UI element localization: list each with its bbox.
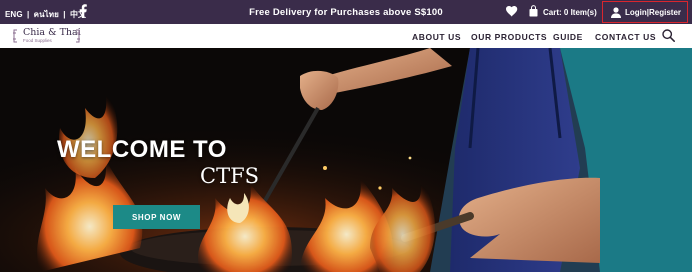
login-register-label: Login|Register	[625, 7, 682, 17]
nav-contact-us[interactable]: CONTACT US	[595, 32, 656, 42]
login-register-button[interactable]: Login|Register	[602, 1, 688, 23]
heart-icon[interactable]	[506, 6, 518, 17]
logo-tagline: Food Supplies	[23, 38, 52, 43]
nav-guide[interactable]: GUIDE	[553, 32, 583, 42]
search-icon[interactable]	[662, 29, 675, 42]
logo-bracket-left-icon	[13, 29, 17, 43]
logo-bracket-right-icon	[76, 29, 80, 43]
top-bar: ENG | คนไทย | 中文 Free Delivery for Purch…	[0, 0, 692, 24]
logo-brand-text: Chia & Thai	[23, 27, 81, 38]
site-logo[interactable]: Chia & Thai Food Supplies	[12, 27, 82, 45]
shopping-bag-icon[interactable]	[529, 5, 538, 17]
hero-banner: WELCOME TO CTFS SHOP NOW	[0, 48, 692, 272]
user-icon	[611, 6, 621, 18]
nav-our-products[interactable]: OUR PRODUCTS	[471, 32, 547, 42]
hero-brand-heading: CTFS	[200, 164, 260, 188]
shop-now-button[interactable]: SHOP NOW	[113, 205, 200, 229]
main-nav: Chia & Thai Food Supplies ABOUT US OUR P…	[0, 24, 692, 48]
cart-link[interactable]: Cart: 0 Item(s)	[543, 8, 597, 17]
nav-about-us[interactable]: ABOUT US	[412, 32, 461, 42]
hero-welcome-heading: WELCOME TO	[57, 136, 227, 163]
